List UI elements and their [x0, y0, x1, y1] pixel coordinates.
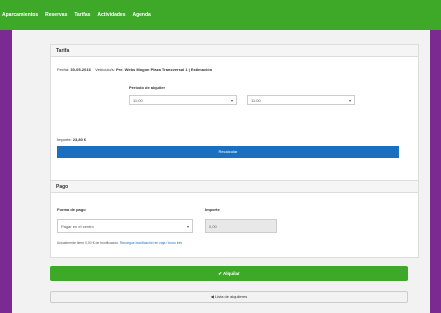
chevron-down-icon: ▾ [186, 224, 189, 229]
chevron-down-icon: ▾ [230, 98, 233, 103]
bonificacion-text: Actualmente tiene 0,00 € de bonificación… [57, 241, 120, 245]
from-time-select[interactable]: 11:00 ▾ [129, 95, 237, 105]
recalcular-button[interactable]: Recalcular [57, 146, 399, 158]
frame-left [0, 0, 12, 313]
to-time-value: 11:00 [251, 98, 261, 103]
main-content: Tarifa Fecha: 30-05-2016 Vehículo/s: Pre… [12, 30, 430, 313]
frame-right [430, 0, 441, 313]
nav-item-aparcamientos[interactable]: Aparcamientos [2, 12, 38, 18]
tarifa-panel: Tarifa Fecha: 30-05-2016 Vehículo/s: Pre… [50, 44, 419, 194]
fecha-value: 30-05-2016 [70, 67, 91, 72]
bonificacion-link[interactable]: Recargue bonificación en caja / bono inf… [120, 241, 182, 245]
importe-value: 23,80 € [72, 137, 87, 142]
forma-pago-value: Pagar en el centro [61, 224, 94, 229]
fecha-label: Fecha: [57, 67, 70, 72]
tarifa-title: Tarifa [51, 45, 418, 57]
top-navbar: Aparcamientos Reservas Tarifas Actividad… [0, 0, 441, 30]
pago-importe-label: Importe [205, 207, 220, 212]
bonificacion-note: Actualmente tiene 0,00 € de bonificación… [57, 241, 182, 245]
pago-title: Pago [51, 181, 418, 193]
nav-item-reservas[interactable]: Reservas [45, 12, 67, 18]
from-time-value: 11:00 [133, 98, 143, 103]
to-time-select[interactable]: 11:00 ▾ [247, 95, 355, 105]
chevron-down-icon: ▾ [348, 98, 351, 103]
importe-label: Importe: [57, 137, 72, 142]
nav-item-actividades[interactable]: Actividades [97, 12, 125, 18]
vehiculo-label: Vehículo/s: [95, 67, 115, 72]
nav-item-tarifas[interactable]: Tarifas [74, 12, 90, 18]
vehiculo-value: Pre. Webs Mogon Plaza Transversal 1 | Es… [115, 67, 213, 72]
lista-alquileres-button[interactable]: ◀ Lista de alquileres [50, 291, 408, 303]
nav-item-agenda[interactable]: Agenda [132, 12, 150, 18]
pago-importe-value: 0,00 [209, 224, 217, 229]
forma-pago-select[interactable]: Pagar en el centro ▾ [57, 219, 193, 233]
periodo-label: Período de alquiler [129, 85, 166, 90]
alquilar-button[interactable]: ✔ Alquilar [50, 266, 408, 281]
pago-importe-field: 0,00 [205, 219, 277, 233]
forma-pago-label: Forma de pago [57, 207, 86, 212]
tarifa-info: Fecha: 30-05-2016 Vehículo/s: Pre. Webs … [57, 67, 212, 72]
importe-line: Importe: 23,80 € [57, 137, 86, 142]
pago-panel: Pago Forma de pago Pagar en el centro ▾ … [50, 180, 419, 258]
